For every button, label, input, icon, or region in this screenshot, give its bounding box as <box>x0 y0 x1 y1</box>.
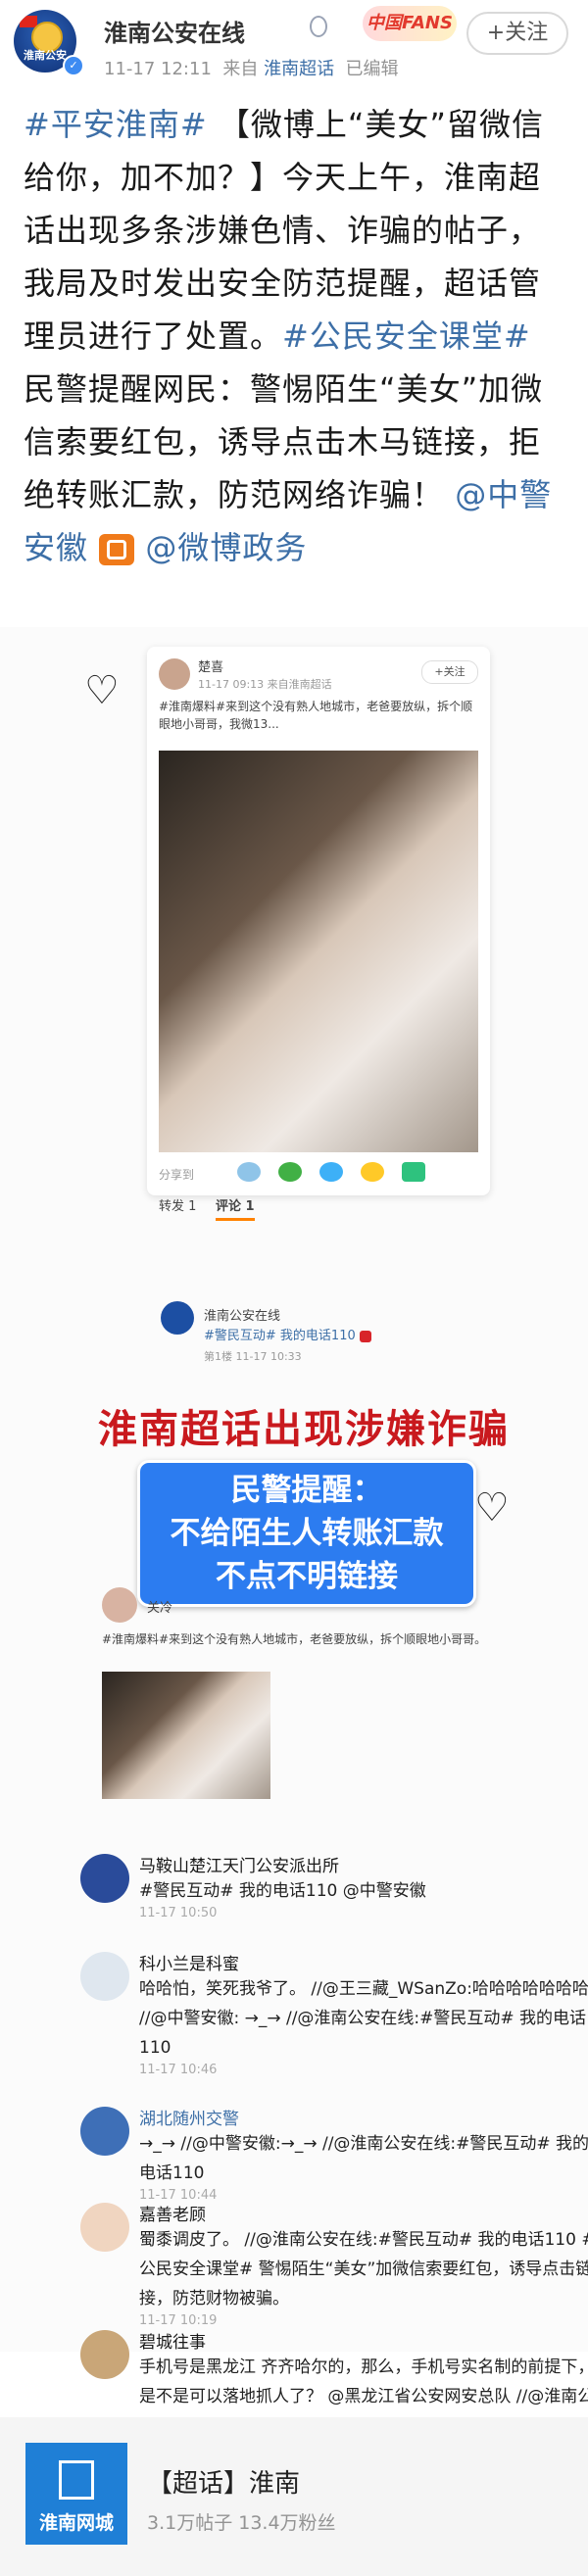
comment-author[interactable]: 科小兰是科蜜 <box>139 1950 588 1974</box>
post-meta: 11-17 09:13 来自淮南超话 <box>198 678 332 691</box>
reply-meta: 第1楼 11-17 10:33 <box>204 1350 302 1363</box>
meta-from: 来自 <box>222 59 259 79</box>
comment-tab: 评论 1 <box>216 1195 255 1221</box>
photo <box>102 1672 270 1799</box>
weibo-share-icon <box>237 1162 261 1182</box>
medal-icon[interactable] <box>310 16 327 37</box>
fans-badge: 中国FANS <box>363 6 457 41</box>
photo <box>159 751 478 1152</box>
warning-line: 不给陌生人转账汇款 <box>170 1516 444 1551</box>
post-text: #淮南爆料#来到这个没有熟人地城市，老爸要放纵，拆个顺眼地小哥哥。 <box>102 1632 487 1646</box>
verified-icon: ✓ <box>63 55 84 76</box>
repost-count: 转发 1 <box>159 1199 197 1214</box>
comment-author[interactable]: 碧城往事 <box>139 2328 588 2353</box>
comment-item: 嘉善老顾 蜀黍调皮了。 //@淮南公安在线:#警民互动# 我的电话110 #公民… <box>139 2201 588 2328</box>
building-icon <box>59 2460 94 2500</box>
comment-body: #警民互动# 我的电话110 @中警安徽 <box>139 1881 426 1901</box>
moments-share-icon <box>319 1162 343 1182</box>
avatar[interactable] <box>80 1952 129 2001</box>
avatar[interactable] <box>80 2203 129 2252</box>
screenshot-card: 楚喜 11-17 09:13 来自淮南超话 +关注 #淮南爆料#来到这个没有熟人… <box>147 647 490 1195</box>
chaohua-logo-text: 淮南网城 <box>38 2512 114 2534</box>
heart-icon: ♡ <box>474 1485 510 1531</box>
avatar <box>159 658 190 690</box>
topic-link[interactable]: #公民安全课堂# <box>282 317 531 355</box>
source-link[interactable]: 淮南超话 <box>264 59 334 79</box>
warning-box: 民警提醒： 不给陌生人转账汇款 不点不明链接 <box>137 1460 476 1607</box>
user-name[interactable]: 淮南公安在线 <box>104 14 245 48</box>
comment-body: 蜀黍调皮了。 //@淮南公安在线:#警民互动# 我的电话110 #公民安全课堂#… <box>139 2230 588 2309</box>
comment-item: 碧城往事 手机号是黑龙江 齐齐哈尔的，那么，手机号实名制的前提下，是不是可以落地… <box>139 2328 588 2416</box>
comment-body: →_→ //@中警安徽:→_→ //@淮南公安在线:#警民互动# 我的电话110 <box>139 2134 588 2183</box>
chaohua-title[interactable]: 【超话】淮南 <box>147 2463 300 2500</box>
chaohua-stats: 3.1万帖子 13.4万粉丝 <box>147 2512 336 2534</box>
post-text: #淮南爆料#来到这个没有熟人地城市，老爸要放纵，拆个顺眼地小哥哥，我微13... <box>159 700 473 731</box>
link-share-icon <box>402 1162 425 1182</box>
avatar[interactable] <box>80 2107 129 2156</box>
warning-line: 民警提醒： <box>230 1473 383 1508</box>
comment-body: 手机号是黑龙江 齐齐哈尔的，那么，手机号实名制的前提下，是不是可以落地抓人了？ … <box>139 2357 588 2406</box>
avatar[interactable] <box>80 2330 129 2379</box>
warning-line: 不点不明链接 <box>216 1559 398 1594</box>
follow-button: +关注 <box>421 660 478 684</box>
reply-name: 淮南公安在线 <box>204 1309 281 1324</box>
comment-author[interactable]: 马鞍山楚江天门公安派出所 <box>139 1852 588 1876</box>
user-name: 关冷 <box>147 1601 173 1616</box>
avatar <box>161 1301 194 1335</box>
wechat-share-icon <box>278 1162 302 1182</box>
chaohua-logo[interactable]: 淮南网城 <box>25 2443 127 2545</box>
topic-link[interactable]: #平安淮南# <box>24 106 208 143</box>
avatar[interactable] <box>80 1854 129 1903</box>
comment-time: 11-17 10:46 <box>139 2063 218 2077</box>
qq-share-icon <box>361 1162 384 1182</box>
edited-label: 已编辑 <box>345 59 399 79</box>
comment-author[interactable]: 嘉善老顾 <box>139 2201 588 2225</box>
hand-emoji-icon <box>99 534 135 565</box>
mention-link[interactable]: @微博政务 <box>145 529 307 566</box>
heart-icon: ♡ <box>84 668 120 713</box>
sos-icon <box>359 1330 371 1342</box>
avatar <box>102 1587 137 1623</box>
user-name: 楚喜 <box>198 660 224 675</box>
post-time: 11-17 12:11 <box>104 59 212 79</box>
comment-body: 哈哈怕，笑死我爷了。 //@王三藏_WSanZo:哈哈哈哈哈哈哈 //@中警安徽… <box>139 1979 588 2058</box>
comment-time: 11-17 10:50 <box>139 1906 218 1920</box>
post-meta: 11-17 12:11 来自 淮南超话 已编辑 <box>104 55 399 80</box>
reply-text: #警民互动# 我的电话110 <box>204 1325 371 1343</box>
comment-time: 11-17 10:19 <box>139 2313 218 2328</box>
comment-item: 湖北随州交警 →_→ //@中警安徽:→_→ //@淮南公安在线:#警民互动# … <box>139 2105 588 2203</box>
comment-author[interactable]: 湖北随州交警 <box>139 2105 588 2129</box>
post-text: #平安淮南# 【微博上“美女”留微信给你，加不加？】今天上午，淮南超话出现多条涉… <box>24 98 568 574</box>
reply-body: #警民互动# 我的电话110 <box>204 1329 356 1343</box>
comment-item: 科小兰是科蜜 哈哈怕，笑死我爷了。 //@王三藏_WSanZo:哈哈哈哈哈哈哈 … <box>139 1950 588 2077</box>
share-label: 分享到 <box>159 1168 195 1182</box>
follow-button[interactable]: +关注 <box>466 12 568 55</box>
comment-item: 马鞍山楚江天门公安派出所 #警民互动# 我的电话110 @中警安徽 11-17 … <box>139 1852 588 1920</box>
